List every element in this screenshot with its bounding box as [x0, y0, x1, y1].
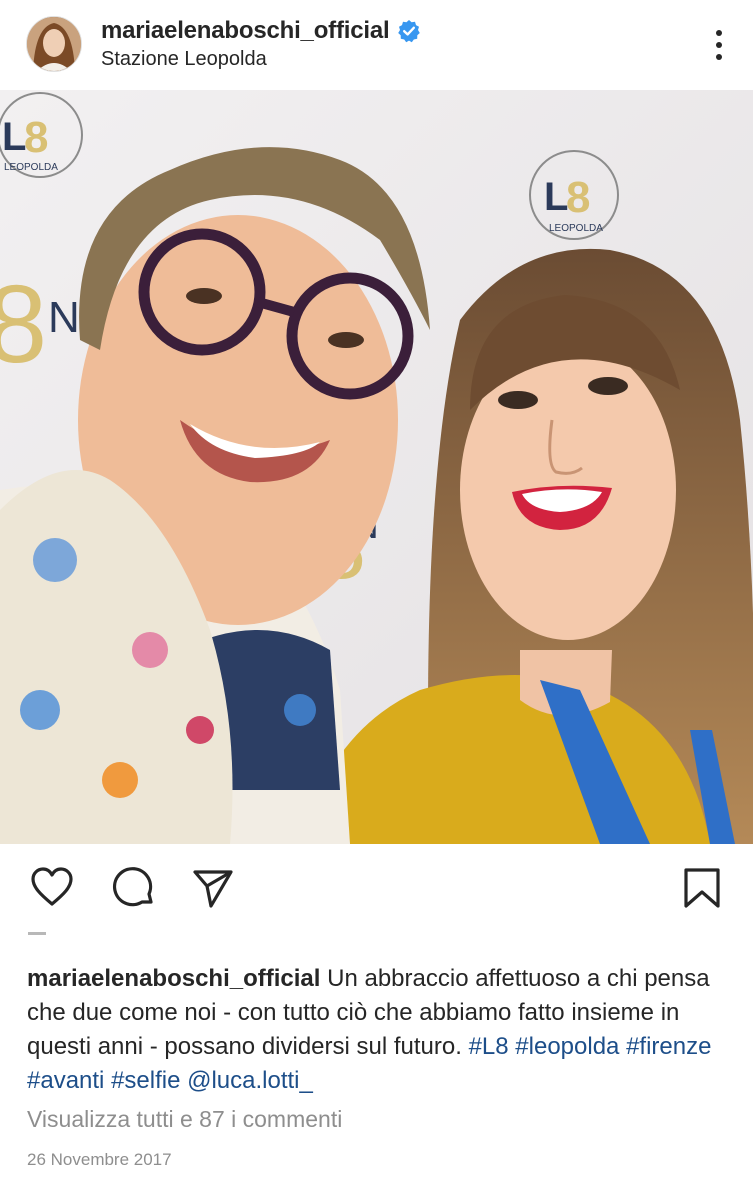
- svg-text:N: N: [48, 293, 80, 342]
- mention-link[interactable]: @luca.lotti_: [187, 1067, 313, 1094]
- post-header: mariaelenaboschi_official Stazione Leopo…: [0, 0, 753, 90]
- verified-badge-icon: [398, 20, 421, 43]
- bookmark-icon[interactable]: [680, 866, 724, 910]
- svg-text:8: 8: [24, 113, 48, 162]
- more-vertical-icon[interactable]: [713, 28, 725, 62]
- hashtag-link[interactable]: #leopolda: [515, 1033, 619, 1060]
- post-actions: [0, 844, 753, 934]
- svg-text:LEOPOLDA: LEOPOLDA: [549, 223, 603, 234]
- hashtag-link[interactable]: #L8: [469, 1033, 509, 1060]
- comment-icon[interactable]: [111, 866, 155, 910]
- avatar[interactable]: [26, 16, 82, 72]
- post-photo[interactable]: L 8 LEOPOLDA L 8 LEOPOLDA 8 N 8 N: [0, 90, 753, 844]
- username[interactable]: mariaelenaboschi_official: [101, 17, 390, 45]
- post-date: 26 Novembre 2017: [27, 1150, 172, 1169]
- carousel-indicator: [28, 932, 46, 935]
- svg-text:L: L: [2, 115, 26, 159]
- location-link[interactable]: Stazione Leopolda: [101, 48, 267, 71]
- caption-username[interactable]: mariaelenaboschi_official: [27, 965, 320, 992]
- send-icon[interactable]: [191, 866, 235, 910]
- post-caption: mariaelenaboschi_official Un abbraccio a…: [27, 962, 732, 1098]
- view-all-comments-link[interactable]: Visualizza tutti e 87 i commenti: [27, 1106, 342, 1133]
- svg-text:8: 8: [566, 173, 590, 222]
- hashtag-link[interactable]: #firenze: [626, 1033, 711, 1060]
- svg-text:L: L: [544, 175, 568, 219]
- username-row: mariaelenaboschi_official: [101, 16, 421, 46]
- heart-icon[interactable]: [30, 866, 74, 910]
- hashtag-link[interactable]: #avanti: [27, 1067, 104, 1094]
- svg-text:LEOPOLDA: LEOPOLDA: [4, 162, 58, 173]
- hashtag-link[interactable]: #selfie: [111, 1067, 180, 1094]
- svg-text:8: 8: [0, 263, 47, 386]
